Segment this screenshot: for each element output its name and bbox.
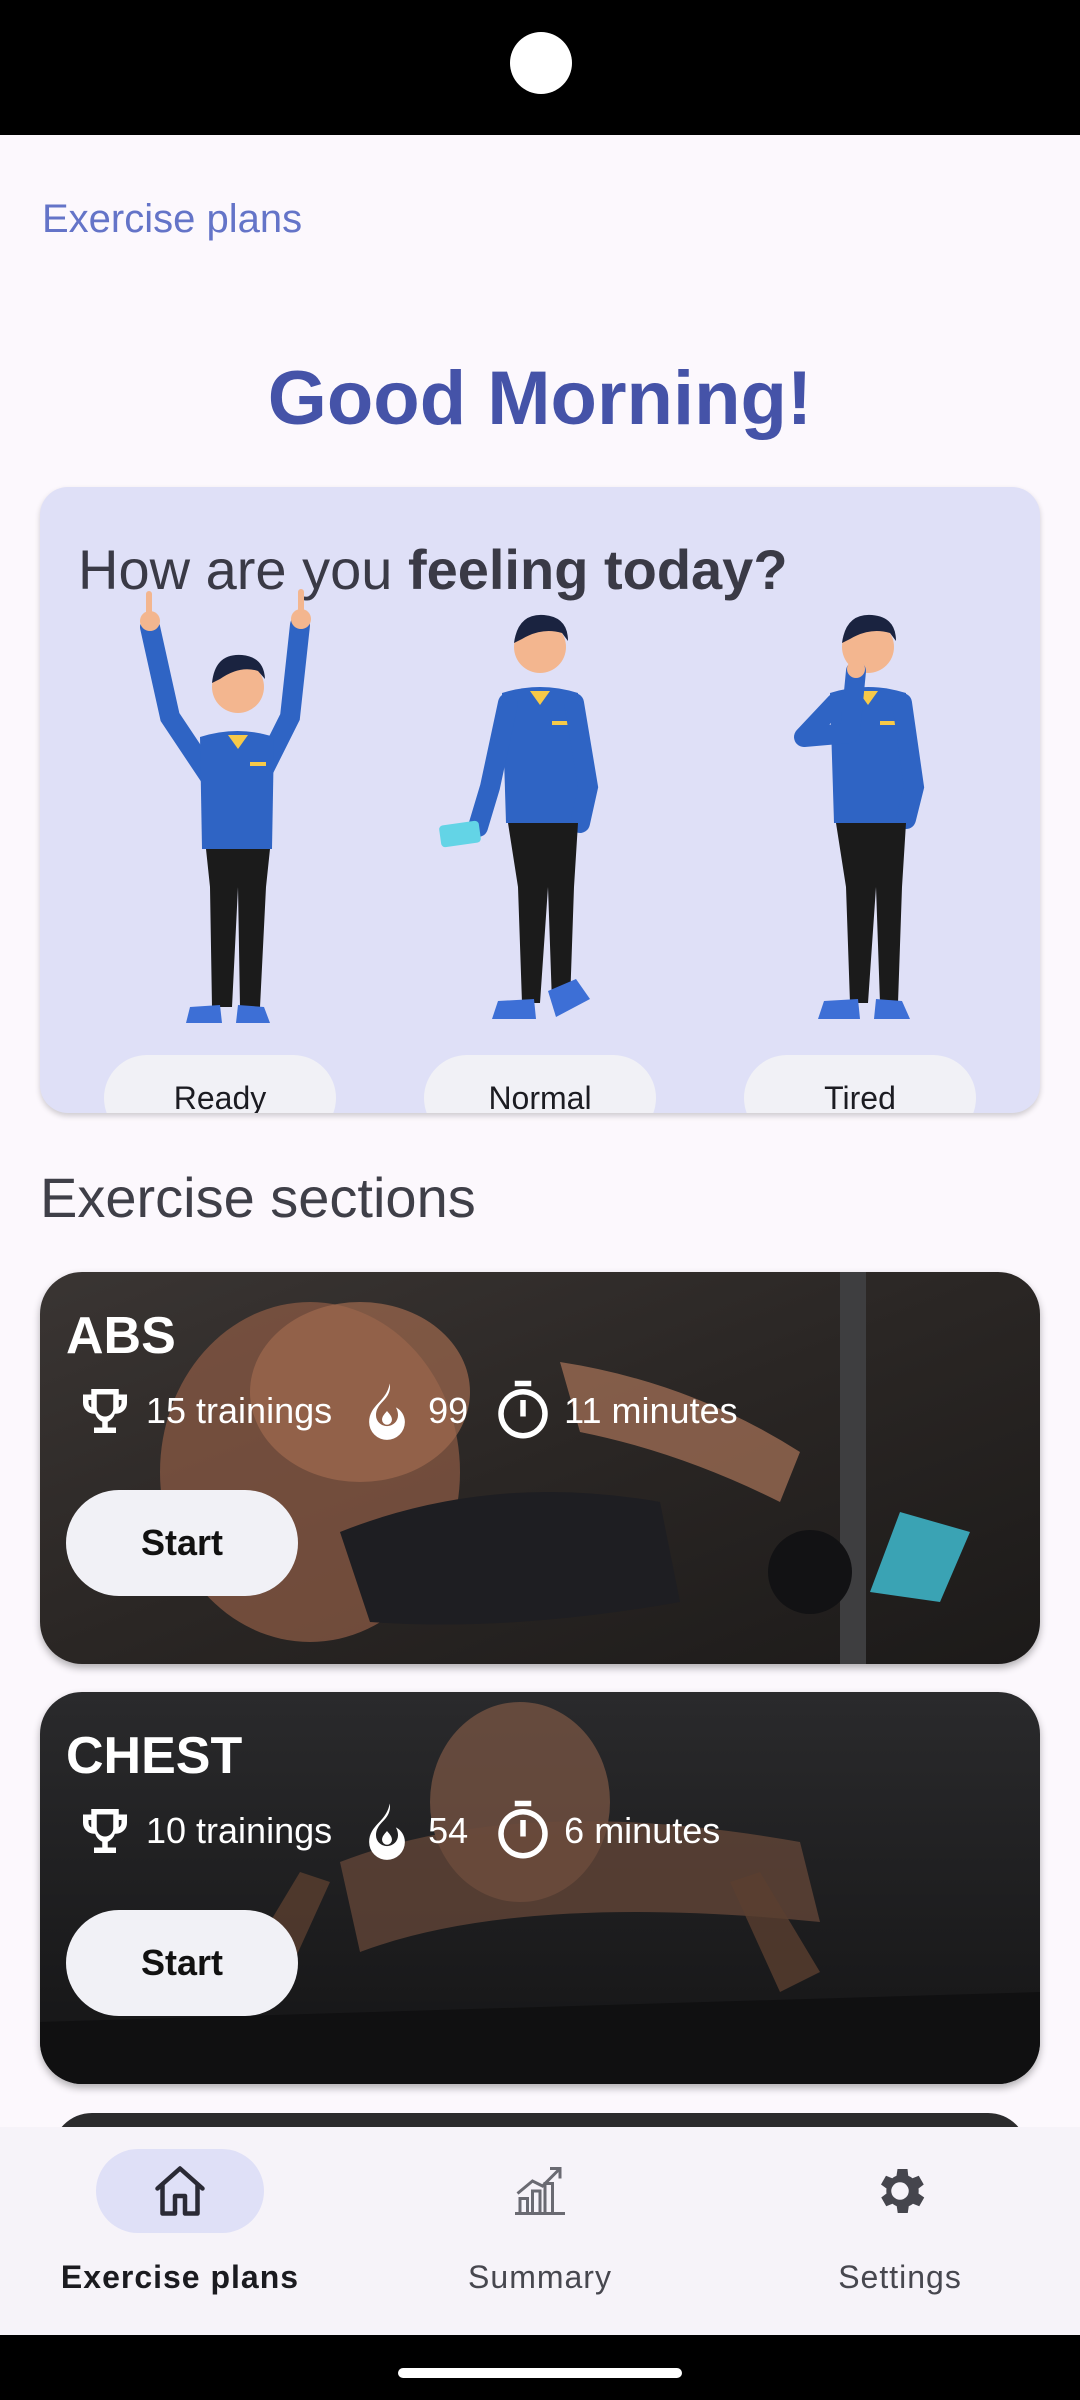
home-icon — [155, 2166, 205, 2216]
section-card-chest[interactable]: CHEST 10 trainings 54 6 minutes Start — [40, 1692, 1040, 2084]
stat-trainings: 10 trainings — [72, 1798, 332, 1864]
section-card-abs[interactable]: ABS 15 trainings 99 11 minutes Start — [40, 1272, 1040, 1664]
chart-icon — [515, 2167, 565, 2215]
trophy-icon — [83, 1809, 127, 1853]
mood-button-ready[interactable]: Ready — [104, 1055, 336, 1113]
page-title: Exercise plans — [42, 197, 303, 241]
sections-title: Exercise sections — [40, 1166, 476, 1229]
ready-person-illustration — [140, 589, 311, 1023]
nav-item-settings[interactable]: Settings — [720, 2127, 1080, 2335]
calories-count: 54 — [428, 1810, 469, 1851]
mood-button-normal[interactable]: Normal — [424, 1055, 656, 1113]
stat-trainings: 15 trainings — [72, 1378, 332, 1444]
section-name: ABS — [66, 1307, 176, 1365]
trainings-count: 15 trainings — [146, 1390, 333, 1431]
stopwatch-icon — [498, 1800, 548, 1859]
nav-label: Exercise plans — [60, 2259, 300, 2295]
start-button-chest[interactable]: Start — [66, 1910, 298, 2016]
trophy-icon — [83, 1389, 127, 1433]
home-gesture-bar[interactable] — [398, 2368, 682, 2378]
stat-duration: 6 minutes — [490, 1798, 720, 1864]
stat-calories: 54 — [354, 1798, 468, 1864]
nav-item-exercise-plans[interactable]: Exercise plans — [0, 2127, 360, 2335]
abs-workout-photo — [40, 1272, 1040, 1664]
mood-option-normal[interactable]: Normal — [380, 487, 700, 1113]
start-button-abs[interactable]: Start — [66, 1490, 298, 1596]
nav-label: Settings — [838, 2259, 962, 2295]
duration-text: 6 minutes — [564, 1810, 721, 1851]
mood-option-tired[interactable]: Tired — [700, 487, 1020, 1113]
bottom-navigation: Exercise plans Summary Settings — [0, 2127, 1080, 2335]
status-bar — [0, 0, 1080, 135]
stat-duration: 11 minutes — [490, 1378, 738, 1444]
trainings-count: 10 trainings — [146, 1810, 333, 1851]
mood-option-ready[interactable]: Ready — [60, 487, 380, 1113]
app-screen: Exercise plans Good Morning! How are you… — [0, 135, 1080, 2335]
stopwatch-icon — [498, 1380, 548, 1439]
section-stats: 10 trainings 54 6 minutes — [72, 1796, 742, 1866]
calories-count: 99 — [428, 1390, 469, 1431]
mood-card: How are you feeling today? Ready Normal … — [40, 487, 1040, 1113]
normal-person-illustration — [439, 614, 599, 1019]
camera-cutout — [510, 32, 572, 94]
stat-calories: 99 — [354, 1378, 468, 1444]
gear-icon — [881, 2169, 925, 2213]
duration-text: 11 minutes — [564, 1390, 738, 1431]
flame-icon — [369, 1383, 405, 1440]
nav-item-summary[interactable]: Summary — [360, 2127, 720, 2335]
section-stats: 15 trainings 99 11 minutes — [72, 1376, 760, 1446]
flame-icon — [369, 1803, 405, 1860]
gesture-nav-area — [0, 2335, 1080, 2400]
tired-person-illustration — [794, 614, 925, 1019]
greeting-text: Good Morning! — [267, 356, 813, 441]
mood-button-tired[interactable]: Tired — [744, 1055, 976, 1113]
section-name: CHEST — [66, 1727, 243, 1785]
nav-label: Summary — [468, 2259, 612, 2295]
